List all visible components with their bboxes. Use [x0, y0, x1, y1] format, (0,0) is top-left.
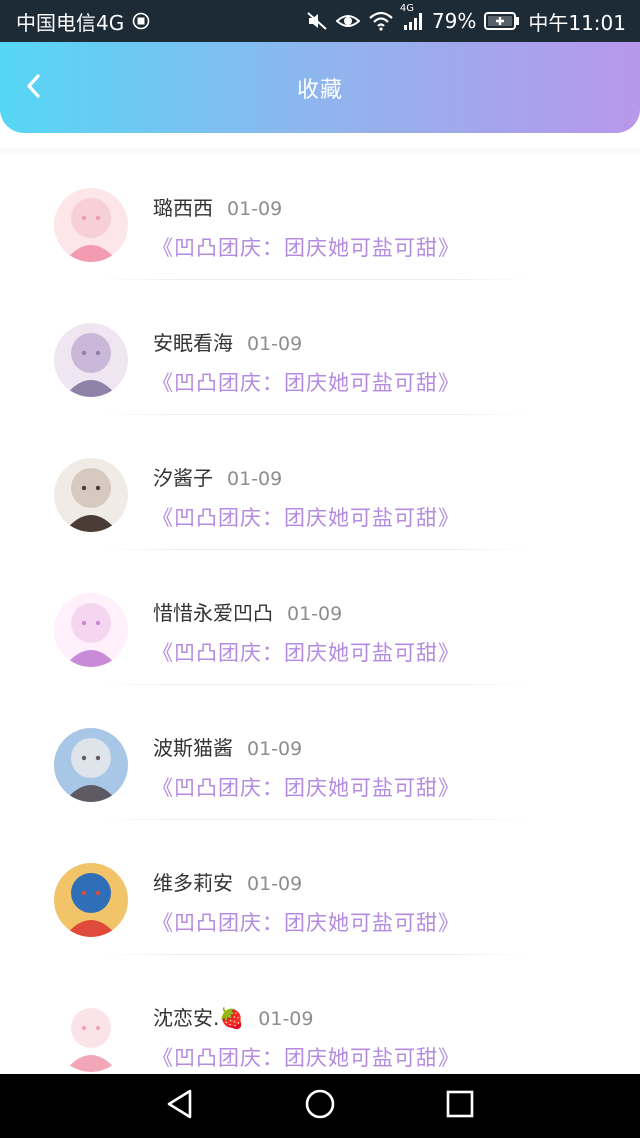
user-name: 安眠看海 01-09 — [153, 327, 302, 356]
page-title: 收藏 — [296, 77, 343, 103]
favorite-date: 01-09 — [247, 333, 303, 355]
list-top-strip — [0, 148, 640, 154]
nav-recents-button[interactable] — [430, 1076, 490, 1136]
user-name-text: 波斯猫酱 — [153, 736, 233, 760]
divider — [100, 279, 530, 280]
user-name-text: 维多莉安 — [153, 871, 233, 895]
nav-home-button[interactable] — [290, 1076, 350, 1136]
status-bar: 中国电信4G 4G 79% 中午11:01 — [0, 0, 640, 42]
favorite-title-link[interactable]: 《凹凸团庆：团庆她可盐可甜》 — [152, 772, 460, 802]
favorite-title-link[interactable]: 《凹凸团庆：团庆她可盐可甜》 — [152, 1042, 460, 1072]
favorite-date: 01-09 — [227, 468, 283, 490]
user-name: 璐西西 01-09 — [153, 192, 282, 221]
avatar[interactable] — [54, 998, 128, 1072]
screen: 中国电信4G 4G 79% 中午11:01 收藏 璐西西 01-09 《凹凸团庆… — [0, 0, 640, 1138]
list-item[interactable]: 安眠看海 01-09 《凹凸团庆：团庆她可盐可甜》 — [0, 297, 640, 432]
avatar[interactable] — [54, 323, 128, 397]
divider — [100, 549, 530, 550]
divider — [100, 954, 530, 955]
avatar[interactable] — [54, 863, 128, 937]
divider — [100, 684, 530, 685]
favorite-date: 01-09 — [258, 1008, 314, 1030]
favorite-title-link[interactable]: 《凹凸团庆：团庆她可盐可甜》 — [152, 232, 460, 262]
user-name-text: 惜惜永爱凹凸 — [153, 601, 273, 625]
home-circle-icon — [304, 1088, 336, 1124]
signal-icon: 4G — [400, 3, 424, 31]
favorite-date: 01-09 — [287, 603, 343, 625]
avatar[interactable] — [54, 458, 128, 532]
header-bar: 收藏 — [0, 42, 640, 133]
user-name-text: 璐西西 — [153, 196, 213, 220]
battery-percent: 79% — [431, 9, 477, 33]
back-triangle-icon — [165, 1088, 195, 1124]
status-bar-right: 4G 79% 中午11:01 — [306, 3, 626, 36]
user-name-text: 沈恋安.🍓 — [153, 1006, 245, 1030]
avatar[interactable] — [54, 593, 128, 667]
user-name: 沈恋安.🍓 01-09 — [153, 1002, 313, 1031]
sim-icon — [132, 12, 150, 30]
divider — [100, 414, 530, 415]
favorite-title-link[interactable]: 《凹凸团庆：团庆她可盐可甜》 — [152, 907, 460, 937]
list-item[interactable]: 波斯猫酱 01-09 《凹凸团庆：团庆她可盐可甜》 — [0, 702, 640, 837]
wifi-icon — [368, 11, 394, 31]
user-name-text: 汐酱子 — [153, 466, 213, 490]
avatar[interactable] — [54, 188, 128, 262]
avatar[interactable] — [54, 728, 128, 802]
favorite-title-link[interactable]: 《凹凸团庆：团庆她可盐可甜》 — [152, 367, 460, 397]
user-name: 维多莉安 01-09 — [153, 867, 302, 896]
list-item[interactable]: 惜惜永爱凹凸 01-09 《凹凸团庆：团庆她可盐可甜》 — [0, 567, 640, 702]
favorite-date: 01-09 — [247, 873, 303, 895]
favorite-date: 01-09 — [227, 198, 283, 220]
list-item[interactable]: 汐酱子 01-09 《凹凸团庆：团庆她可盐可甜》 — [0, 432, 640, 567]
favorite-date: 01-09 — [247, 738, 303, 760]
favorite-title-link[interactable]: 《凹凸团庆：团庆她可盐可甜》 — [152, 502, 460, 532]
clock: 中午11:01 — [528, 10, 626, 35]
list-item[interactable]: 璐西西 01-09 《凹凸团庆：团庆她可盐可甜》 — [0, 162, 640, 297]
eye-icon — [335, 12, 360, 30]
nav-back-button[interactable] — [150, 1076, 210, 1136]
carrier-label: 中国电信4G — [16, 10, 125, 35]
list-item[interactable]: 沈恋安.🍓 01-09 《凹凸团庆：团庆她可盐可甜》 — [0, 972, 640, 1074]
favorite-title-link[interactable]: 《凹凸团庆：团庆她可盐可甜》 — [152, 637, 460, 667]
network-label: 4G — [399, 3, 415, 14]
divider — [100, 819, 530, 820]
user-name: 波斯猫酱 01-09 — [153, 732, 302, 761]
user-name: 汐酱子 01-09 — [153, 462, 282, 491]
mute-icon — [306, 11, 328, 31]
favorites-list[interactable]: 璐西西 01-09 《凹凸团庆：团庆她可盐可甜》 安眠看海 01-09 《凹凸团庆：团庆她… — [0, 148, 640, 1074]
status-bar-left: 中国电信4G — [16, 7, 150, 36]
user-name: 惜惜永爱凹凸 01-09 — [153, 597, 342, 626]
recents-square-icon — [445, 1089, 475, 1123]
list-item[interactable]: 维多莉安 01-09 《凹凸团庆：团庆她可盐可甜》 — [0, 837, 640, 972]
system-nav-bar — [0, 1074, 640, 1138]
user-name-text: 安眠看海 — [153, 331, 233, 355]
battery-icon — [484, 12, 520, 30]
